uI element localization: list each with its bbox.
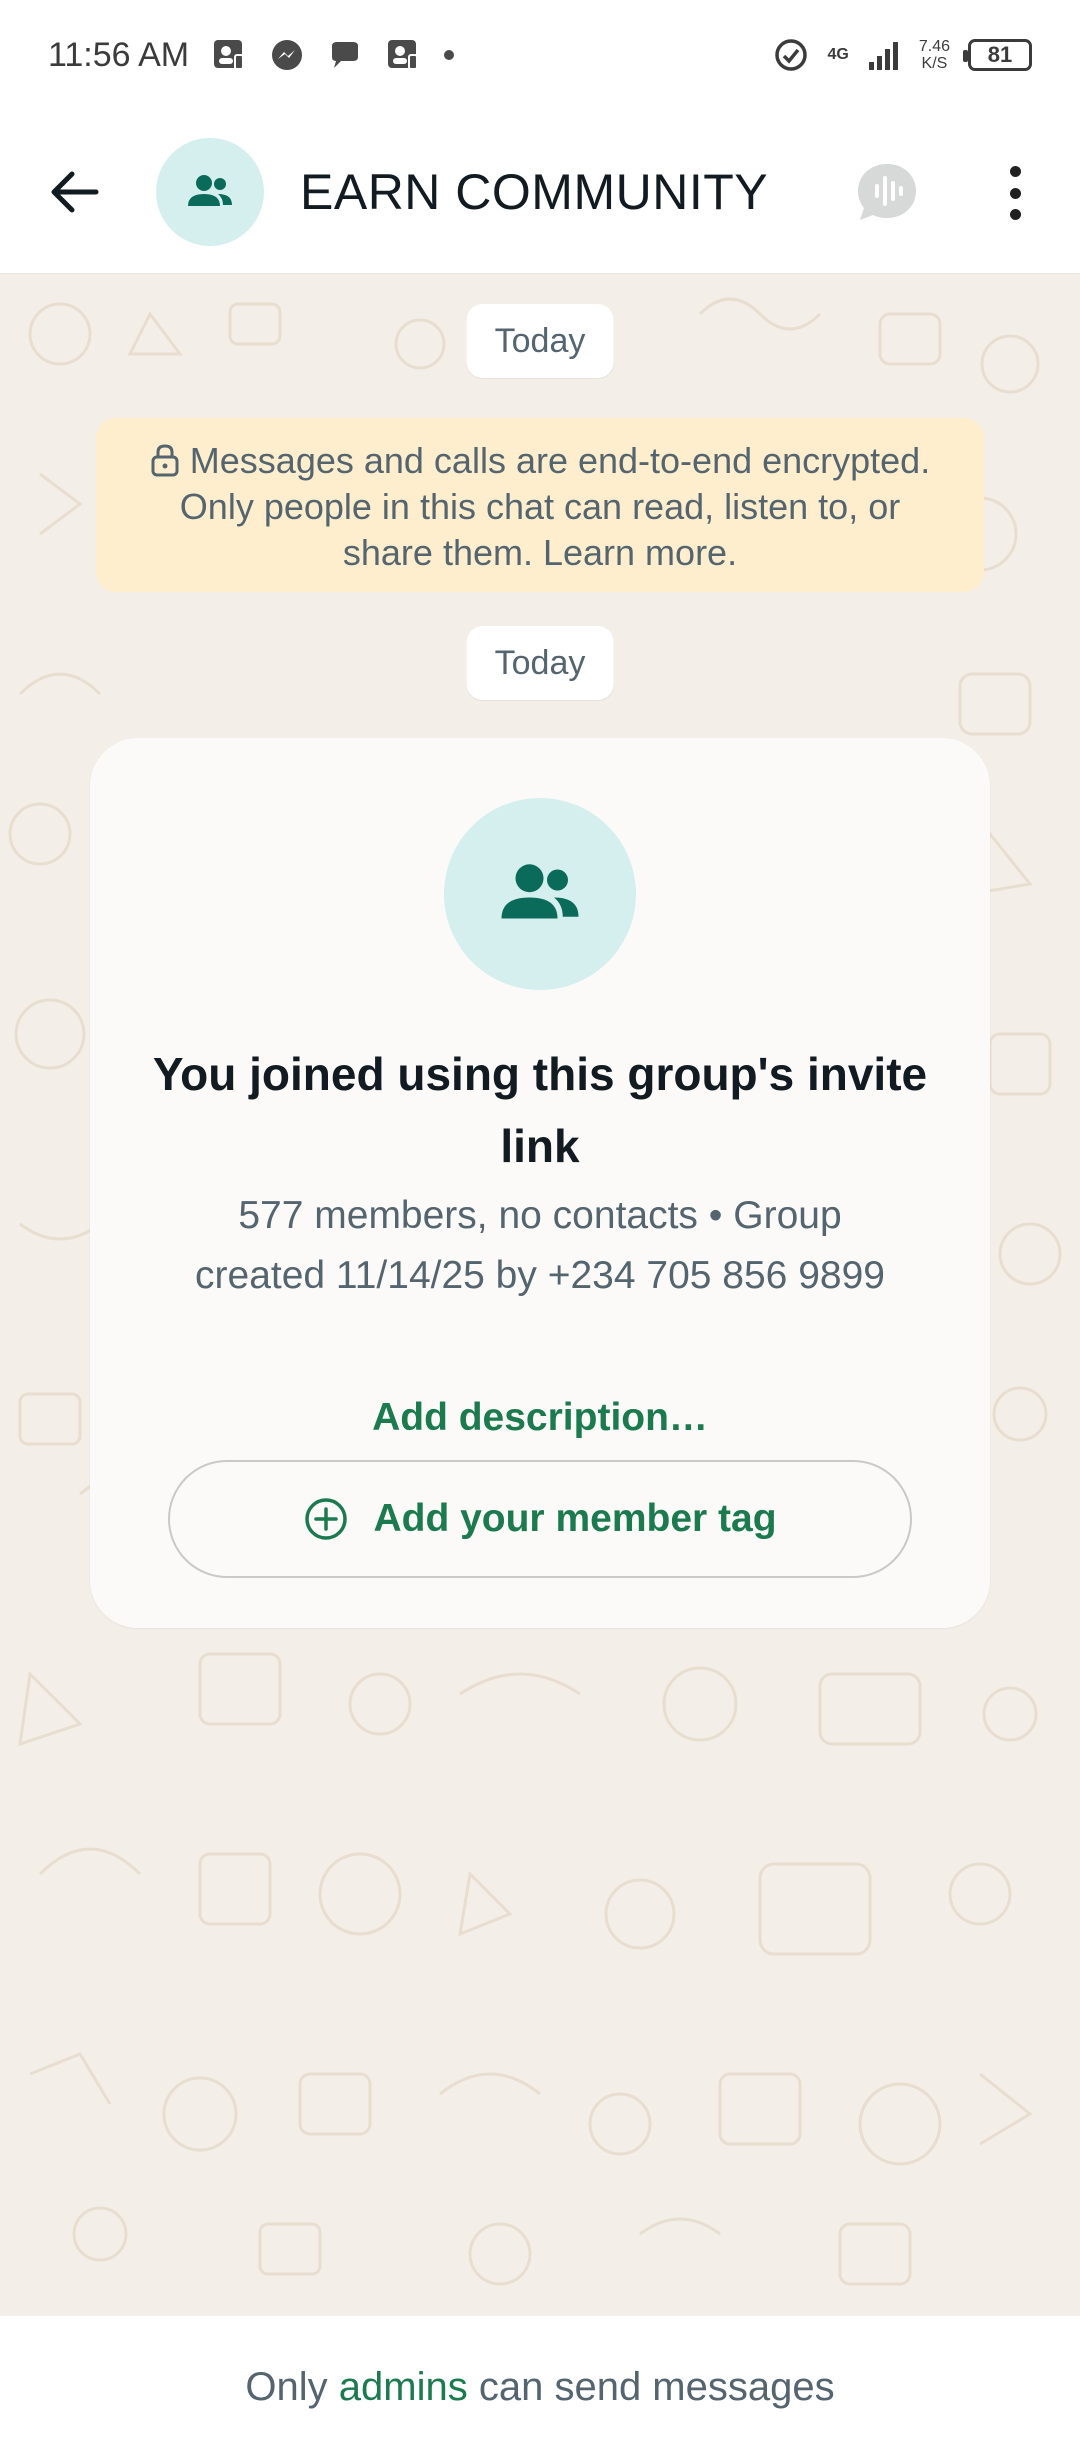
chat-header: EARN COMMUNITY (0, 110, 1080, 274)
status-left: 11:56 AM (48, 36, 455, 75)
add-description-link[interactable]: Add description… (130, 1396, 950, 1440)
more-options-button[interactable] (990, 160, 1040, 226)
admins-only-notice: Only admins can send messages (0, 2316, 1080, 2459)
network-type: 4G (827, 46, 849, 63)
battery-level: 81 (987, 42, 1013, 67)
messenger-icon (272, 40, 303, 70)
admins-link[interactable]: admins (339, 2365, 468, 2410)
back-button[interactable] (38, 156, 110, 228)
status-right: 4G 7.46 K/S 81 (772, 36, 1032, 74)
net-speed: 7.46 K/S (919, 38, 950, 72)
chat-title[interactable]: EARN COMMUNITY (300, 163, 768, 221)
group-icon (188, 174, 232, 206)
net-speed-value: 7.46 (918, 38, 950, 55)
group-avatar[interactable] (156, 137, 264, 246)
more-notifications-dot-icon (444, 50, 455, 60)
net-speed-unit: K/S (921, 55, 948, 72)
more-dot (1009, 187, 1021, 199)
group-meta: 577 members, no contacts • Group created… (195, 1194, 885, 1297)
notice-prefix: Only (245, 2365, 328, 2409)
add-member-tag-button[interactable]: Add your member tag (168, 1460, 912, 1578)
notice-suffix: can send messages (478, 2365, 835, 2409)
chat-area[interactable]: Today Messages and calls are end-to-end … (0, 274, 1080, 2316)
voice-chat-icon (858, 164, 916, 220)
lock-icon (151, 444, 179, 477)
plus-circle-icon (305, 1498, 348, 1540)
encryption-text: Messages and calls are end-to-end encryp… (179, 440, 931, 573)
group-icon-large (501, 864, 579, 919)
battery-icon: 81 (963, 39, 1032, 71)
voice-chat-button[interactable] (852, 158, 922, 228)
member-tag-label: Add your member tag (373, 1497, 777, 1540)
more-dot (1009, 209, 1021, 220)
back-arrow-icon (51, 171, 99, 212)
chat-bubble-icon (332, 42, 359, 68)
group-join-card: You joined using this group's invite lin… (90, 738, 990, 1628)
encryption-notice[interactable]: Messages and calls are end-to-end encryp… (96, 418, 984, 592)
date-separator-2: Today (466, 626, 614, 700)
card-group-avatar (444, 798, 636, 990)
card-title: You joined using this group's invite lin… (152, 1048, 928, 1172)
date-separator: Today (466, 304, 614, 378)
signal-icon (868, 42, 898, 70)
more-dot (1009, 166, 1021, 177)
notification-contact-icon-2 (388, 40, 419, 70)
status-time: 11:56 AM (48, 35, 190, 74)
notification-contact-icon (214, 40, 245, 70)
data-saver-icon (774, 39, 807, 71)
status-bar: 11:56 AM 4G 7.46 K/S 81 (0, 0, 1080, 110)
